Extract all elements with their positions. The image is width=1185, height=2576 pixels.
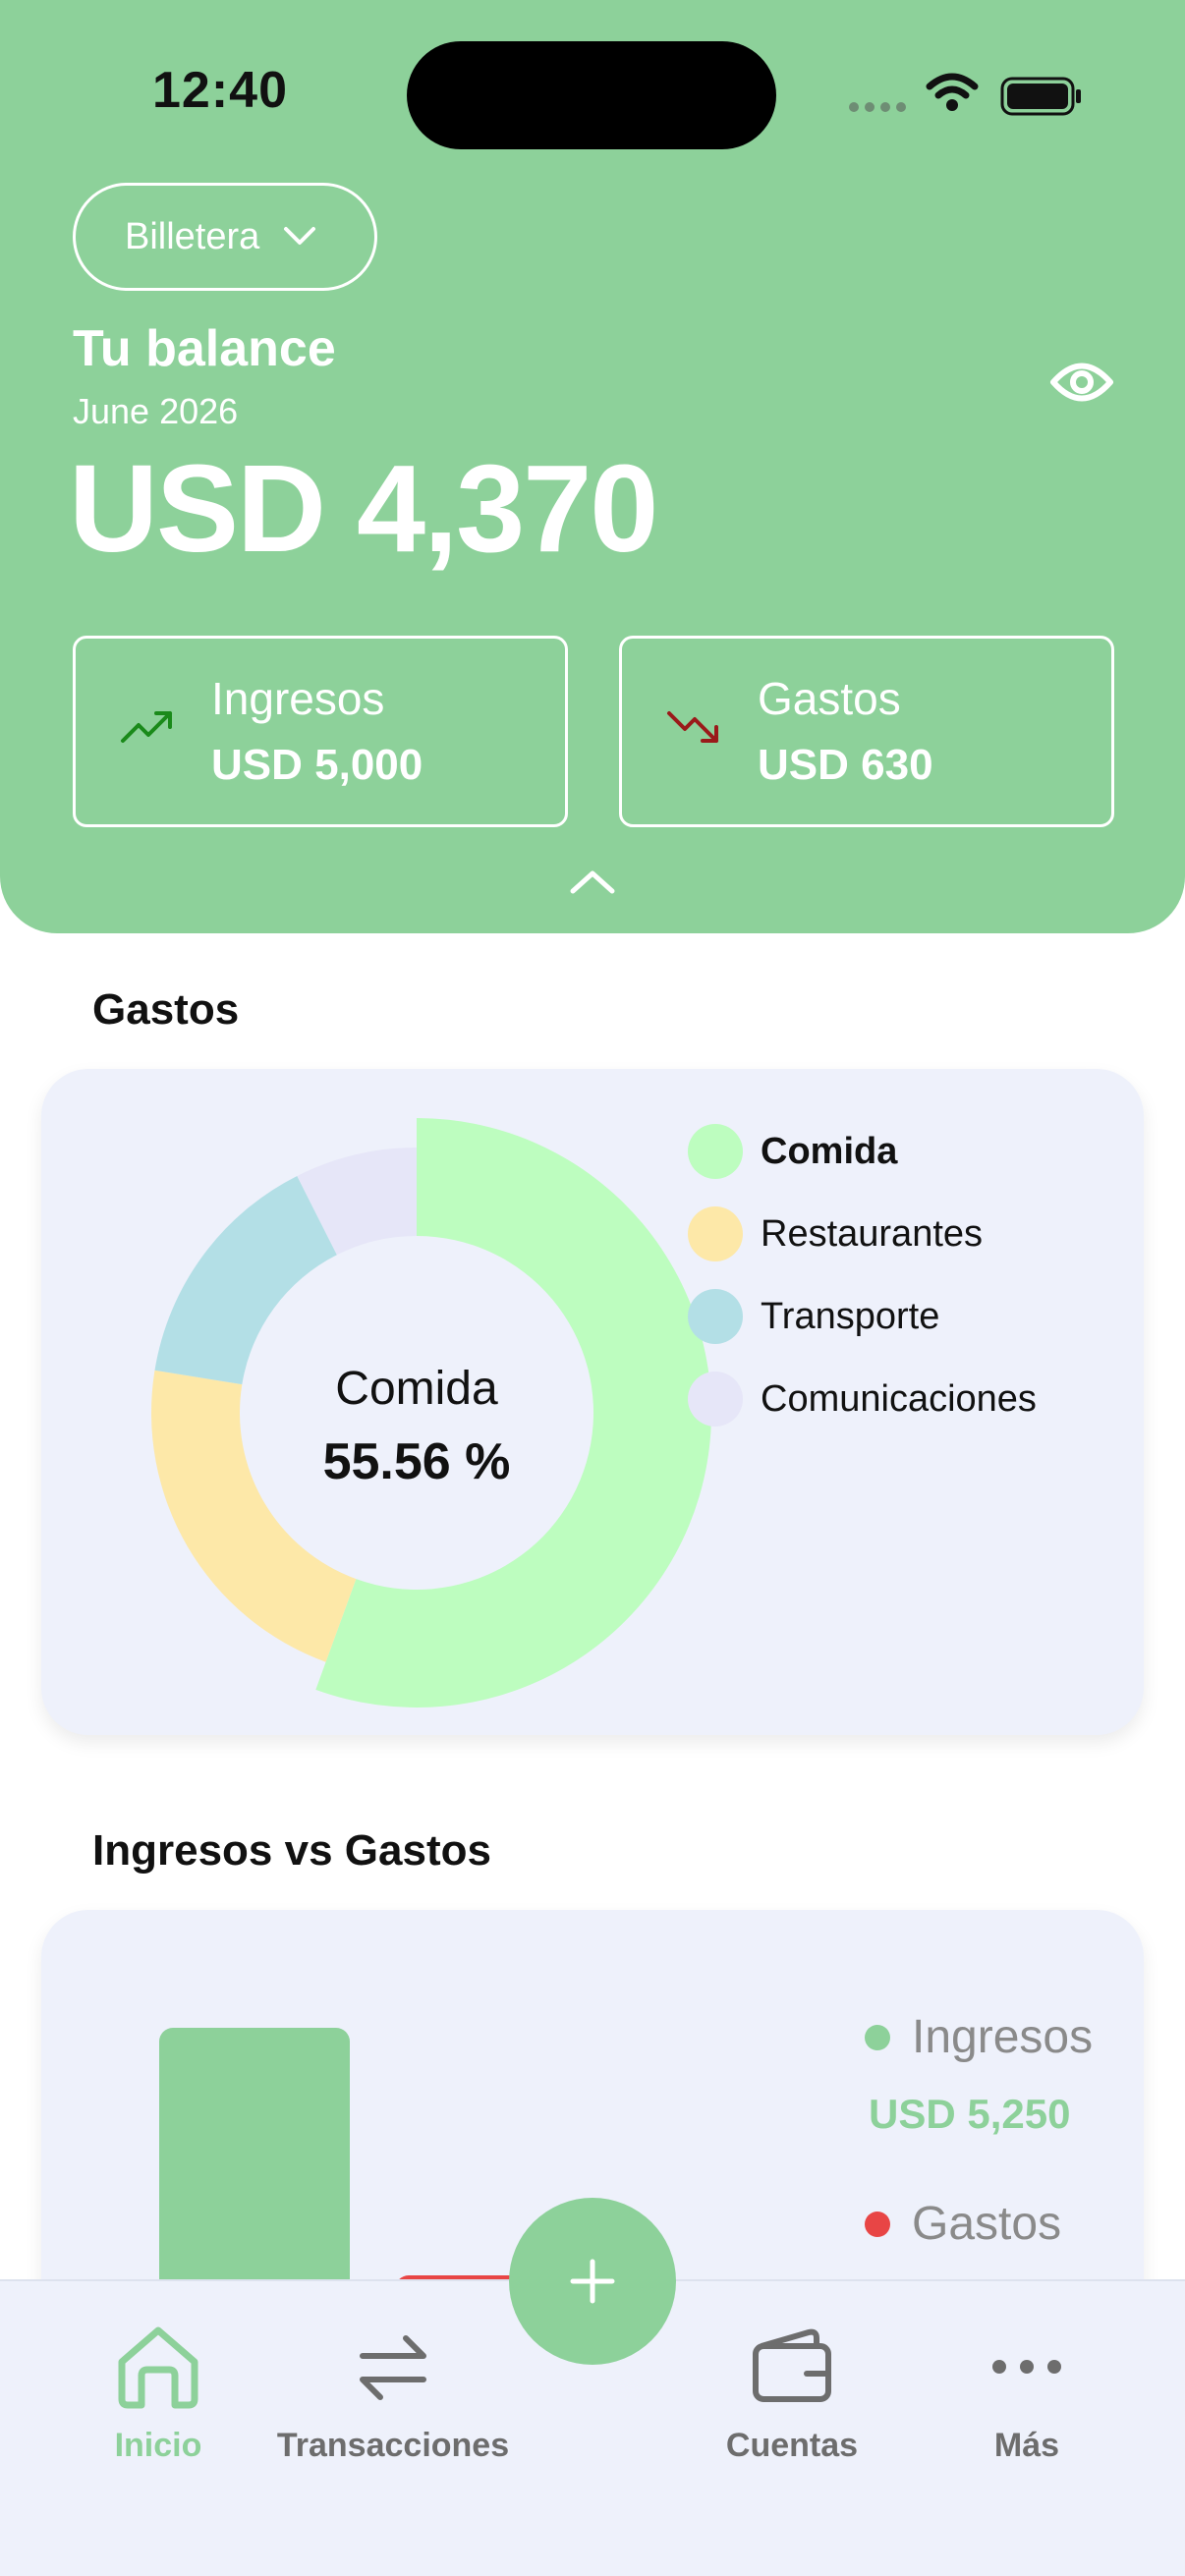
trending-up-icon [121, 711, 172, 743]
legend-dot [688, 1289, 743, 1344]
legend-income-value: USD 5,250 [869, 2091, 1071, 2137]
home-icon [118, 2326, 198, 2409]
expenses-section-title: Gastos [92, 985, 240, 1034]
expense-card[interactable]: Gastos USD 630 [619, 636, 1114, 827]
nav-item-transacciones[interactable]: Transacciones [270, 2324, 516, 2465]
nav-label-transacciones: Transacciones [276, 2427, 510, 2464]
legend-item-comida[interactable]: Comida [688, 1110, 1037, 1193]
nav-item-mas[interactable]: Más [904, 2324, 1150, 2465]
legend-income-label: Ingresos [912, 2011, 1094, 2063]
balance-amount: USD 4,370 [69, 439, 658, 578]
wallet-icon [753, 2328, 831, 2402]
nav-item-inicio[interactable]: Inicio [35, 2324, 281, 2465]
nav-label-inicio: Inicio [114, 2427, 202, 2464]
donut-slice-transporte[interactable] [154, 1175, 337, 1385]
balance-title: Tu balance [73, 320, 336, 377]
legend-item-comunicaciones[interactable]: Comunicaciones [688, 1358, 1037, 1440]
status-time: 12:40 [152, 62, 288, 119]
signal-icon [849, 102, 906, 112]
legend-label: Comida [761, 1130, 898, 1172]
legend-dot [688, 1124, 743, 1179]
nav-label-mas: Más [993, 2427, 1060, 2464]
chevron-down-icon [284, 227, 316, 245]
expenses-chart-card: Comida 55.56 % Comida Restaurantes Transpo… [41, 1069, 1144, 1735]
legend-income-dot [865, 2024, 890, 2050]
donut-chart[interactable]: Comida 55.56 % [102, 1098, 731, 1727]
balance-header: 12:40 Billetera Tu balance June 2026 USD… [0, 0, 1185, 933]
nav-label-cuentas: Cuentas [725, 2427, 859, 2464]
nav-item-cuentas[interactable]: Cuentas [669, 2324, 915, 2465]
legend-dot [688, 1206, 743, 1261]
legend-expense-dot [865, 2211, 890, 2237]
legend-dot [688, 1372, 743, 1427]
legend-label: Transporte [761, 1295, 940, 1337]
income-value: USD 5,000 [211, 741, 423, 789]
more-icon [992, 2360, 1061, 2374]
legend-item-transporte[interactable]: Transporte [688, 1275, 1037, 1358]
income-card[interactable]: Ingresos USD 5,000 [73, 636, 568, 827]
wifi-icon [926, 73, 979, 111]
trending-down-icon [667, 711, 718, 743]
battery-icon [1000, 77, 1081, 116]
donut-center-label: Comida [335, 1363, 498, 1415]
legend-expense-label: Gastos [912, 2198, 1062, 2250]
legend-label: Restaurantes [761, 1212, 984, 1255]
income-vs-expenses-title: Ingresos vs Gastos [92, 1826, 491, 1875]
plus-icon [570, 2259, 615, 2304]
wallet-selector-label: Billetera [125, 215, 260, 257]
expense-value: USD 630 [758, 741, 933, 789]
donut-legend: Comida Restaurantes Transporte Comunicacion… [688, 1110, 1037, 1440]
income-label: Ingresos [211, 673, 385, 724]
wallet-selector[interactable]: Billetera [73, 183, 377, 291]
donut-center-value: 55.56 % [322, 1433, 511, 1490]
legend-label: Comunicaciones [761, 1377, 1037, 1420]
balance-date: June 2026 [73, 391, 239, 431]
legend-expense: Gastos [865, 2197, 1061, 2251]
dynamic-island [407, 41, 776, 149]
expense-label: Gastos [758, 673, 901, 724]
chevron-up-icon[interactable] [568, 867, 617, 896]
add-transaction-button[interactable] [509, 2198, 676, 2365]
transfer-icon [360, 2335, 426, 2400]
eye-icon[interactable] [1049, 358, 1114, 407]
legend-income: Ingresos [865, 2010, 1093, 2064]
legend-item-restaurantes[interactable]: Restaurantes [688, 1193, 1037, 1275]
